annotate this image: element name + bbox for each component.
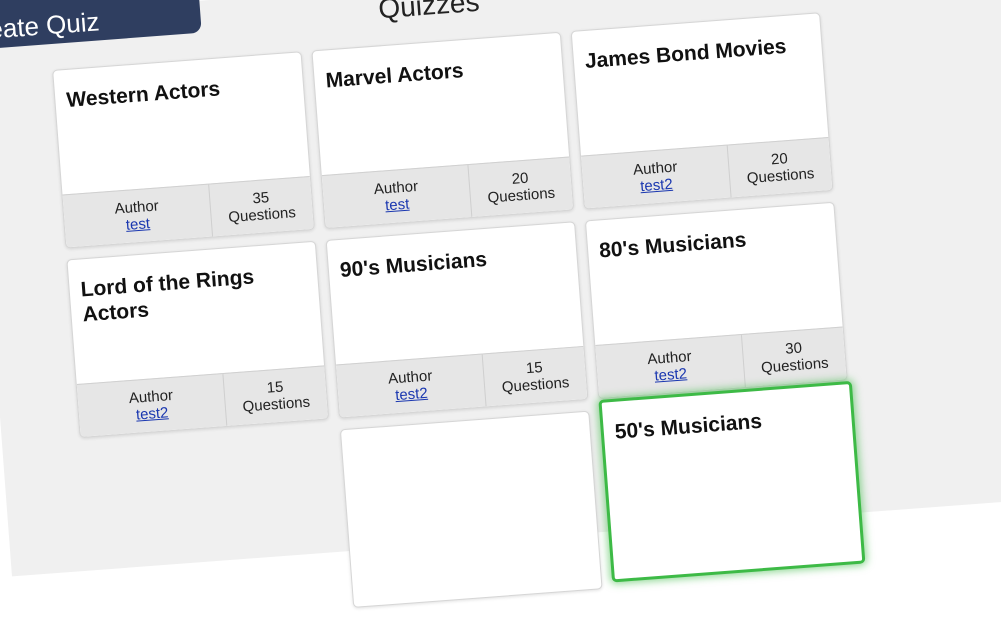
question-count-label: Questions: [242, 393, 311, 416]
author-link[interactable]: test: [125, 215, 150, 234]
author-label: Author: [373, 177, 419, 199]
question-count-cell: 20 Questions: [728, 138, 833, 197]
quiz-card[interactable]: [339, 410, 603, 608]
question-count-cell: 15 Questions: [223, 366, 328, 425]
question-count-cell: 30 Questions: [742, 327, 847, 386]
quiz-footer: Author test2 15 Questions: [336, 345, 588, 418]
quiz-page: Create Quiz Quizzes Western Actors Autho…: [0, 0, 1001, 608]
author-link[interactable]: test2: [640, 176, 674, 195]
quiz-title[interactable]: 90's Musicians: [339, 241, 567, 283]
question-count-label: Questions: [760, 354, 830, 377]
author-cell: Author test: [62, 184, 214, 248]
question-count: 35: [251, 189, 270, 208]
quiz-card[interactable]: 90's Musicians Author test2 15 Questions: [325, 221, 589, 419]
author-cell: Author test2: [581, 145, 732, 209]
quiz-footer: Author test2 20 Questions: [581, 136, 833, 209]
question-count: 20: [770, 150, 789, 169]
question-count-label: Questions: [501, 374, 570, 397]
author-link[interactable]: test2: [654, 365, 688, 384]
quiz-card[interactable]: Marvel Actors Author test 20 Questions: [311, 31, 575, 229]
quiz-title[interactable]: Lord of the Rings Actors: [80, 260, 310, 327]
page-title: Quizzes: [377, 0, 481, 25]
author-link[interactable]: test2: [135, 404, 169, 423]
author-cell: Author test2: [595, 335, 746, 398]
question-count-label: Questions: [227, 204, 297, 227]
question-count-cell: 20 Questions: [468, 157, 573, 216]
question-count: 20: [511, 169, 530, 188]
quiz-title[interactable]: 50's Musicians: [614, 403, 842, 445]
quiz-footer: Author test 35 Questions: [62, 175, 314, 248]
quiz-title[interactable]: [353, 430, 579, 447]
question-count-label: Questions: [487, 184, 556, 207]
question-count-cell: 35 Questions: [209, 177, 314, 236]
author-cell: Author test2: [76, 374, 228, 437]
quiz-title[interactable]: 80's Musicians: [598, 221, 826, 263]
author-link[interactable]: test: [385, 196, 410, 215]
question-count: 15: [525, 359, 544, 378]
quiz-card[interactable]: 80's Musicians Author test2 30 Questions: [584, 201, 848, 399]
question-count: 15: [266, 378, 285, 397]
navbar: Create Quiz: [0, 0, 202, 55]
quiz-card-selected[interactable]: 50's Musicians: [598, 380, 866, 583]
quiz-footer: Author test2 15 Questions: [76, 365, 329, 437]
quiz-card[interactable]: James Bond Movies Author test2 20 Questi…: [570, 12, 834, 210]
create-quiz-link[interactable]: Create Quiz: [0, 6, 101, 47]
question-count: 30: [784, 339, 803, 358]
quiz-card[interactable]: Western Actors Author test 35 Questions: [52, 51, 315, 249]
author-cell: Author test2: [336, 354, 487, 418]
quiz-title[interactable]: James Bond Movies: [584, 32, 812, 74]
quiz-card[interactable]: Lord of the Rings Actors Author test2 15…: [66, 240, 330, 438]
question-count-label: Questions: [746, 165, 815, 188]
quiz-footer: Author test 20 Questions: [321, 156, 574, 228]
author-label: Author: [113, 197, 160, 218]
quiz-title[interactable]: Marvel Actors: [325, 52, 553, 94]
author-cell: Author test: [321, 165, 473, 228]
author-link[interactable]: test2: [395, 385, 429, 404]
question-count-cell: 15 Questions: [483, 347, 588, 406]
quiz-title[interactable]: Western Actors: [66, 71, 294, 113]
